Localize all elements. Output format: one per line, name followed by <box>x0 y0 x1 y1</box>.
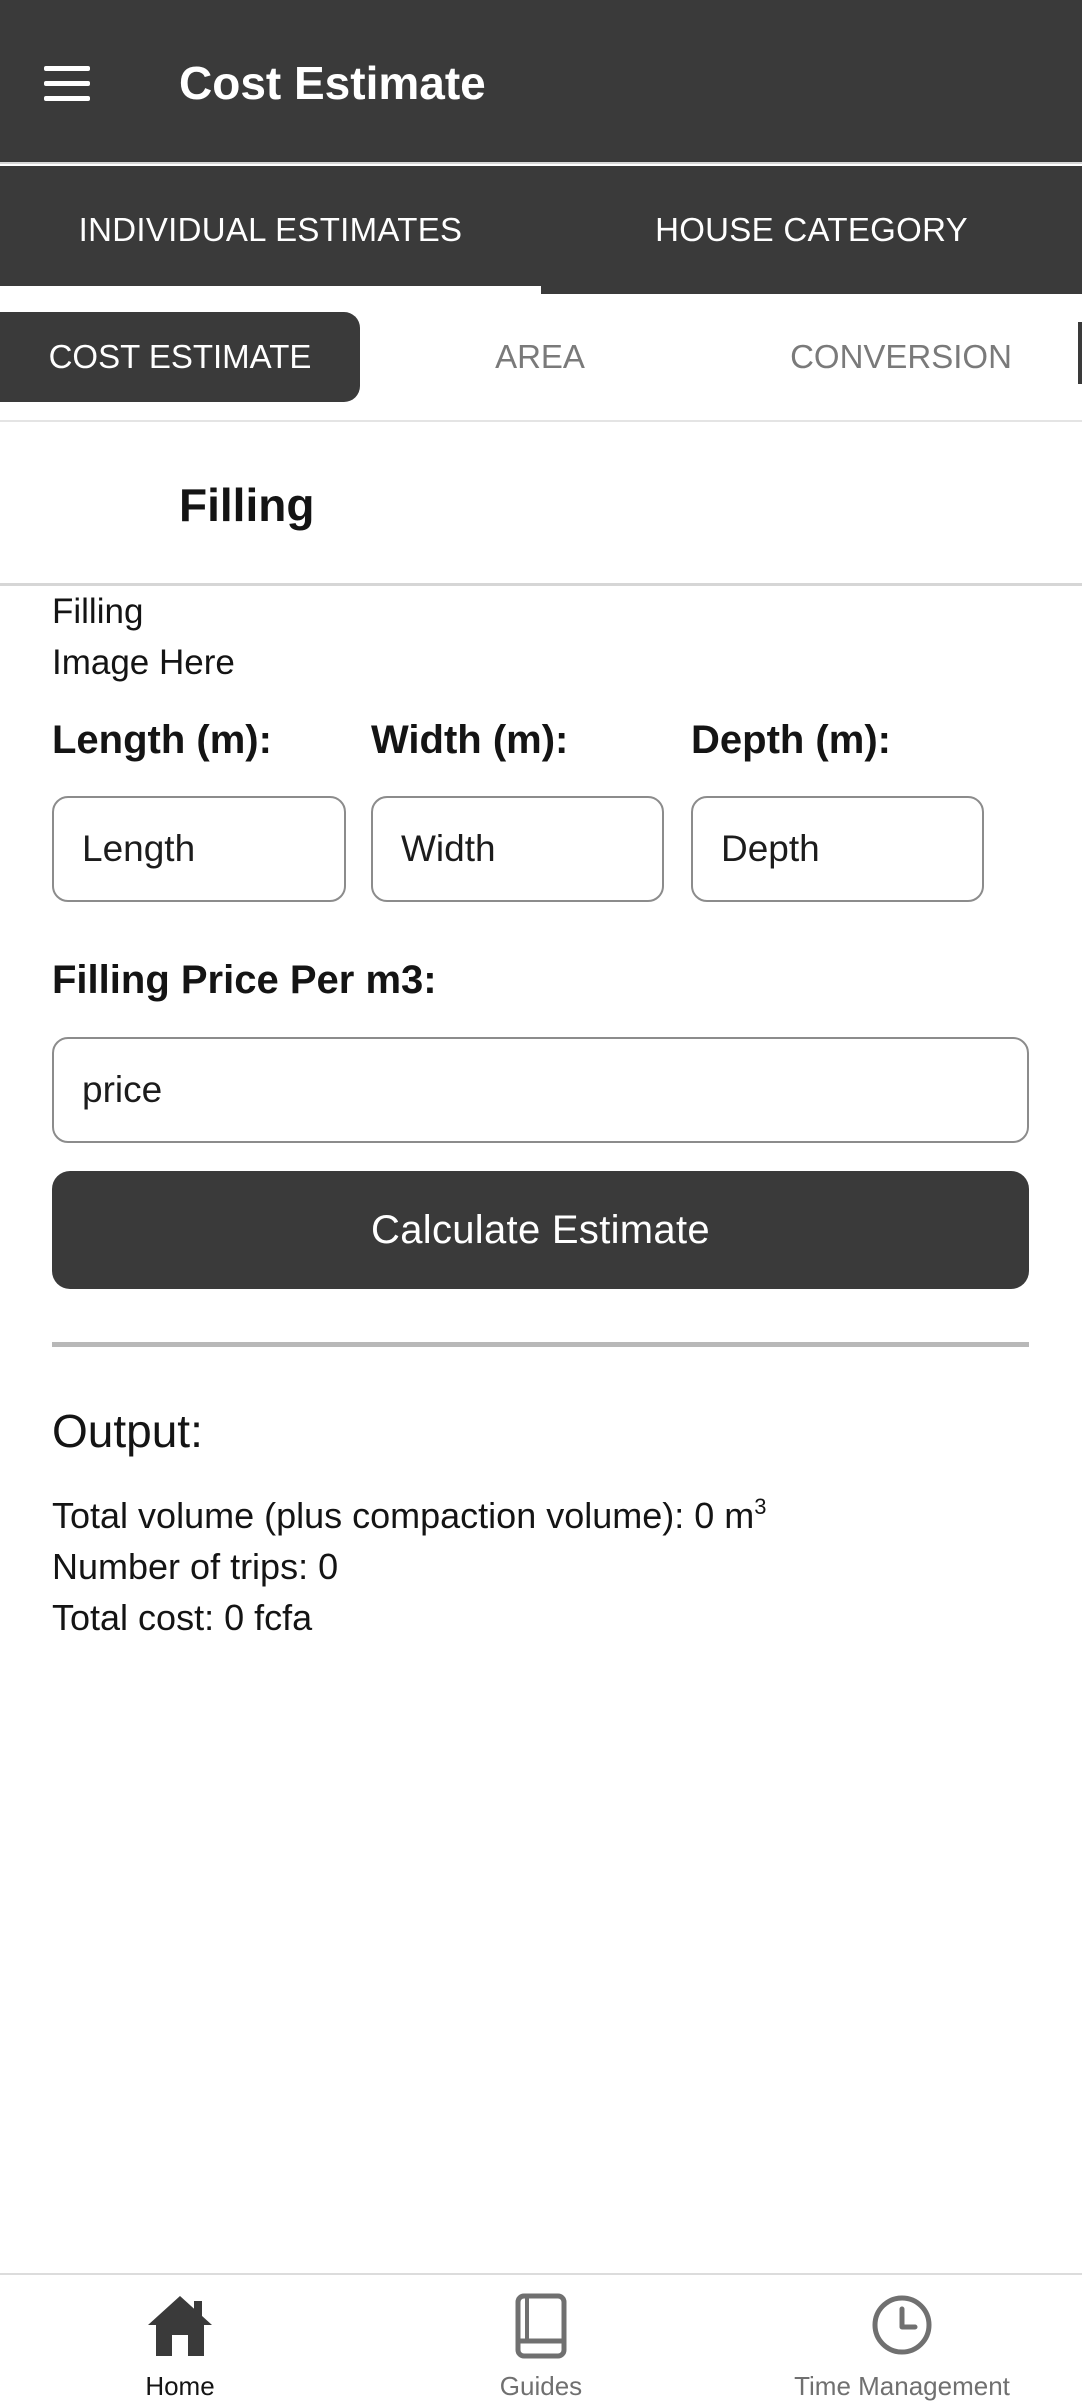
nav-home-label: Home <box>145 2371 215 2401</box>
cubic-superscript: 3 <box>754 1494 767 1519</box>
number-of-trips-line: Number of trips: 0 <box>52 1546 339 1587</box>
filling-image-placeholder: Filling Image Here <box>52 586 272 688</box>
total-volume-line: Total volume (plus compaction volume): 0… <box>52 1490 767 1541</box>
total-cost-line: Total cost: 0 fcfa <box>52 1597 313 1638</box>
nav-time-management-label: Time Management <box>794 2371 1010 2401</box>
image-placeholder-line-2: Image Here <box>52 643 235 682</box>
nav-guides-label: Guides <box>499 2371 583 2401</box>
section-title: Filling <box>179 479 315 531</box>
tab-individual-estimates[interactable]: INDIVIDUAL ESTIMATES <box>0 166 541 294</box>
depth-label: Depth (m): <box>691 718 891 762</box>
width-label: Width (m): <box>371 718 569 762</box>
tab-scroll-indicator <box>1078 322 1082 384</box>
top-app-bar: Cost Estimate <box>0 0 1082 164</box>
book-icon <box>515 2293 567 2359</box>
secondary-tabs: COST ESTIMATE AREA CONVERSION <box>0 294 1082 422</box>
nav-guides[interactable]: Guides <box>361 2275 721 2402</box>
menu-icon[interactable] <box>40 64 96 104</box>
total-volume-text: Total volume (plus compaction volume): 0… <box>52 1495 755 1536</box>
app-root: Cost Estimate INDIVIDUAL ESTIMATES HOUSE… <box>0 0 1082 2402</box>
home-icon <box>148 2296 212 2356</box>
nav-time-management[interactable]: Time Management <box>722 2275 1082 2402</box>
width-input[interactable] <box>371 796 664 902</box>
image-placeholder-line-1: Filling <box>52 592 144 631</box>
primary-tabs: INDIVIDUAL ESTIMATES HOUSE CATEGORY <box>0 166 1082 294</box>
output-title: Output: <box>52 1405 203 1457</box>
subtab-conversion[interactable]: CONVERSION <box>720 312 1082 402</box>
depth-input[interactable] <box>691 796 984 902</box>
length-input[interactable] <box>52 796 346 902</box>
subtab-area[interactable]: AREA <box>360 312 720 402</box>
nav-home[interactable]: Home <box>0 2275 360 2402</box>
page-title: Cost Estimate <box>179 57 486 109</box>
divider <box>52 1342 1029 1347</box>
length-label: Length (m): <box>52 718 272 762</box>
tab-house-category[interactable]: HOUSE CATEGORY <box>541 166 1082 294</box>
clock-icon <box>872 2295 932 2355</box>
subtab-cost-estimate[interactable]: COST ESTIMATE <box>0 312 360 402</box>
price-input[interactable] <box>52 1037 1029 1143</box>
section-header: Filling <box>0 424 1082 586</box>
bottom-navigation: Home Guides Time Management <box>0 2273 1082 2402</box>
price-label: Filling Price Per m3: <box>52 958 437 1002</box>
calculate-estimate-button[interactable]: Calculate Estimate <box>52 1171 1029 1289</box>
output-results: Total volume (plus compaction volume): 0… <box>52 1490 767 1643</box>
